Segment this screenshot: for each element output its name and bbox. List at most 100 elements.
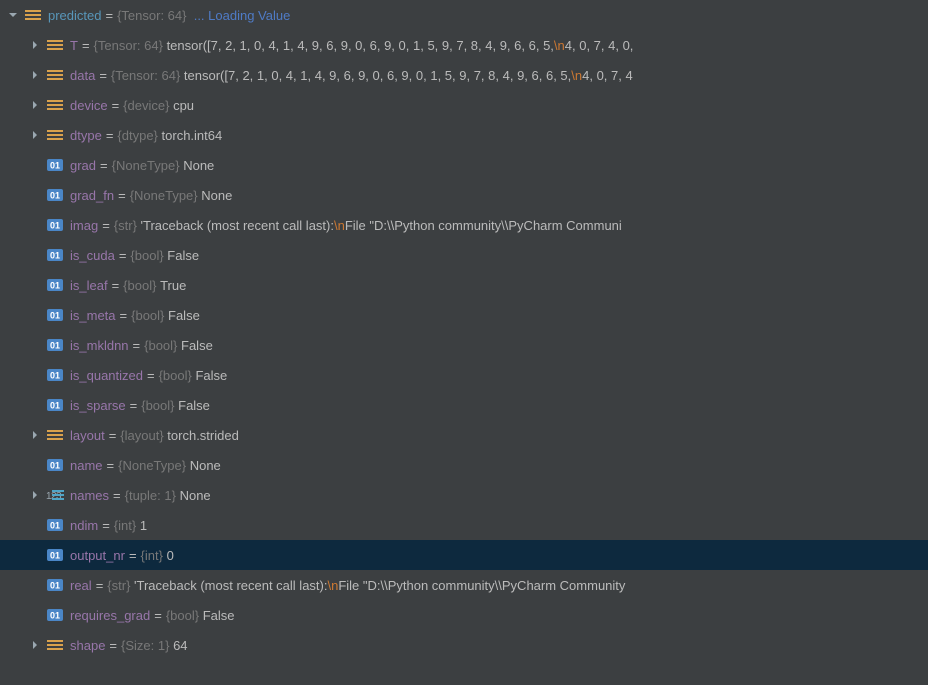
struct-icon	[24, 8, 42, 22]
primitive-icon: 01	[46, 458, 64, 472]
primitive-icon: 01	[46, 248, 64, 262]
var-name: is_quantized	[70, 368, 143, 383]
primitive-icon: 01	[46, 578, 64, 592]
var-value: cpu	[173, 98, 194, 113]
svg-text:01: 01	[50, 581, 60, 591]
var-name: name	[70, 458, 103, 473]
var-value: torch.strided	[167, 428, 239, 443]
tree-row-names[interactable]: 123names = {tuple: 1} None	[0, 480, 928, 510]
struct-icon	[46, 128, 64, 142]
tree-row-ndim[interactable]: 01ndim = {int} 1	[0, 510, 928, 540]
struct-icon	[46, 68, 64, 82]
var-name: ndim	[70, 518, 98, 533]
tree-row-device[interactable]: device = {device} cpu	[0, 90, 928, 120]
var-value-tail: 4, 0, 7, 4	[582, 68, 633, 83]
var-type: {bool}	[123, 278, 156, 293]
var-value: 0	[167, 548, 174, 563]
var-value: None	[190, 458, 221, 473]
expand-arrow-right-icon[interactable]	[28, 38, 42, 52]
expand-arrow-right-icon[interactable]	[28, 128, 42, 142]
tree-row-is_sparse[interactable]: 01is_sparse = {bool} False	[0, 390, 928, 420]
tree-row-is_leaf[interactable]: 01is_leaf = {bool} True	[0, 270, 928, 300]
tree-row-is_mkldnn[interactable]: 01is_mkldnn = {bool} False	[0, 330, 928, 360]
var-name: grad_fn	[70, 188, 114, 203]
var-value: 1	[140, 518, 147, 533]
var-type: {NoneType}	[112, 158, 180, 173]
tree-row-t[interactable]: T = {Tensor: 64} tensor([7, 2, 1, 0, 4, …	[0, 30, 928, 60]
newline-escape: \n	[334, 218, 345, 233]
var-name: is_mkldnn	[70, 338, 129, 353]
expand-arrow-right-icon[interactable]	[28, 98, 42, 112]
tree-row-req_grad[interactable]: 01requires_grad = {bool} False	[0, 600, 928, 630]
primitive-icon: 01	[46, 608, 64, 622]
tree-row-is_cuda[interactable]: 01is_cuda = {bool} False	[0, 240, 928, 270]
var-name: is_meta	[70, 308, 116, 323]
primitive-icon: 01	[46, 518, 64, 532]
primitive-icon: 01	[46, 158, 64, 172]
var-name: T	[70, 38, 78, 53]
primitive-icon: 01	[46, 278, 64, 292]
svg-text:01: 01	[50, 551, 60, 561]
var-type: {tuple: 1}	[125, 488, 176, 503]
tree-row-is_quant[interactable]: 01is_quantized = {bool} False	[0, 360, 928, 390]
primitive-icon: 01	[46, 308, 64, 322]
var-type: {bool}	[131, 308, 164, 323]
var-value: False	[203, 608, 235, 623]
expand-arrow-right-icon[interactable]	[28, 428, 42, 442]
newline-escape: \n	[327, 578, 338, 593]
tuple-icon: 123	[46, 488, 64, 502]
expand-arrow-right-icon[interactable]	[28, 488, 42, 502]
tree-row-nm[interactable]: 01name = {NoneType} None	[0, 450, 928, 480]
var-name: is_cuda	[70, 248, 115, 263]
var-type: {bool}	[159, 368, 192, 383]
svg-text:01: 01	[50, 461, 60, 471]
var-type: {device}	[123, 98, 169, 113]
var-type: {NoneType}	[130, 188, 198, 203]
tree-row-output_nr[interactable]: 01output_nr = {int} 0	[0, 540, 928, 570]
tree-row-dtype[interactable]: dtype = {dtype} torch.int64	[0, 120, 928, 150]
svg-text:01: 01	[50, 191, 60, 201]
var-value: True	[160, 278, 186, 293]
var-type: {bool}	[144, 338, 177, 353]
tree-row-imag[interactable]: 01imag = {str} 'Traceback (most recent c…	[0, 210, 928, 240]
expand-arrow-right-icon[interactable]	[28, 638, 42, 652]
var-type: {dtype}	[117, 128, 158, 143]
tree-row-real[interactable]: 01real = {str} 'Traceback (most recent c…	[0, 570, 928, 600]
primitive-icon: 01	[46, 338, 64, 352]
var-name: real	[70, 578, 92, 593]
struct-icon	[46, 98, 64, 112]
svg-text:01: 01	[50, 521, 60, 531]
tree-row-shape[interactable]: shape = {Size: 1} 64	[0, 630, 928, 660]
svg-text:01: 01	[50, 311, 60, 321]
svg-text:01: 01	[50, 341, 60, 351]
var-value: False	[168, 308, 200, 323]
svg-text:01: 01	[50, 221, 60, 231]
var-type: {NoneType}	[118, 458, 186, 473]
tree-row-is_meta[interactable]: 01is_meta = {bool} False	[0, 300, 928, 330]
var-type: {Tensor: 64}	[94, 38, 163, 53]
var-name: is_sparse	[70, 398, 126, 413]
var-name: requires_grad	[70, 608, 150, 623]
svg-text:01: 01	[50, 251, 60, 261]
tree-row-layout[interactable]: layout = {layout} torch.strided	[0, 420, 928, 450]
var-value: None	[180, 488, 211, 503]
var-value: False	[181, 338, 213, 353]
primitive-icon: 01	[46, 398, 64, 412]
newline-escape: \n	[554, 38, 565, 53]
var-name: dtype	[70, 128, 102, 143]
svg-text:01: 01	[50, 371, 60, 381]
expand-arrow-right-icon[interactable]	[28, 68, 42, 82]
tree-row-data[interactable]: data = {Tensor: 64} tensor([7, 2, 1, 0, …	[0, 60, 928, 90]
var-type: {bool}	[166, 608, 199, 623]
tree-row-predicted[interactable]: predicted={Tensor: 64} ... Loading Value	[0, 0, 928, 30]
var-name: data	[70, 68, 95, 83]
struct-icon	[46, 38, 64, 52]
tree-row-grad[interactable]: 01grad = {NoneType} None	[0, 150, 928, 180]
var-type: {layout}	[120, 428, 163, 443]
tree-row-grad_fn[interactable]: 01grad_fn = {NoneType} None	[0, 180, 928, 210]
var-value: tensor([7, 2, 1, 0, 4, 1, 4, 9, 6, 9, 0,…	[184, 68, 571, 83]
var-value: None	[183, 158, 214, 173]
variables-tree: predicted={Tensor: 64} ... Loading Value…	[0, 0, 928, 660]
expand-arrow-down-icon[interactable]	[6, 8, 20, 22]
primitive-icon: 01	[46, 188, 64, 202]
